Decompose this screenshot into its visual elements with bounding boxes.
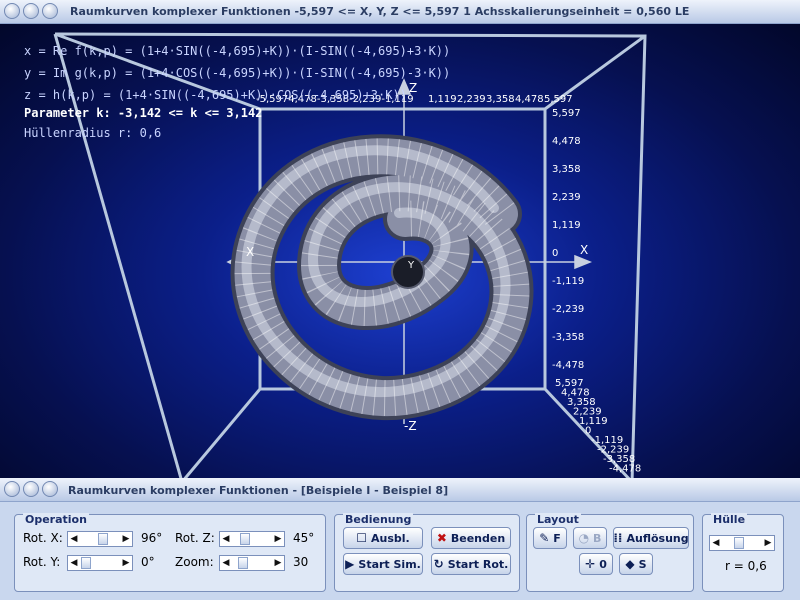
rot-y-label: Rot. Y: [23,555,61,569]
z-axis-name: Z [409,81,417,95]
z-neg-axis-name: -Z [404,419,417,433]
top-title-bar: Raumkurven komplexer Funktionen -5,597 <… [0,0,800,24]
grid-icon: ⁞⁞ [613,531,623,545]
tick-label: 4,478 [515,94,544,105]
tick-label: -1,119 [552,276,584,287]
arrow-left-icon[interactable]: ◀ [68,532,80,546]
beenden-button[interactable]: ✖ Beenden [431,527,511,549]
operation-group: Operation Rot. X: ◀ ▶ 96° Rot. Y: ◀ ▶ 0°… [14,513,326,592]
rot-z-value: 45° [293,531,315,545]
rot-x-slider[interactable]: ◀ ▶ [67,531,133,547]
bottom-title-bar: Raumkurven komplexer Funktionen - [Beisp… [0,478,800,502]
slider-thumb[interactable] [238,557,248,569]
rot-z-slider[interactable]: ◀ ▶ [219,531,285,547]
huelle-group: Hülle ◀ ▶ r = 0,6 [702,513,784,592]
f-button[interactable]: ✎ F [533,527,567,549]
tick-label: 5,597 [552,108,581,119]
top-right-ticks: 1,119 2,239 3,358 4,478 5,597 [428,94,573,105]
maximize-icon[interactable] [42,3,58,19]
crosshair-icon: ✛ [585,557,596,571]
arrow-right-icon[interactable]: ▶ [120,532,132,546]
zoom-value: 30 [293,555,309,569]
tick-label: 1,119 [579,416,608,427]
arrow-left-icon[interactable]: ◀ [710,536,722,550]
aufloesung-button[interactable]: ⁞⁞ Auflösung [613,527,689,549]
tick-label: 1,119 [552,220,581,231]
diagonal-ticks: 5,5974,4783,3582,2391,1190-1,119-2,239-3… [555,378,641,475]
bedienung-group: Bedienung ☐ Ausbl. ✖ Beenden ▶ Start Sim… [334,513,520,592]
bucket-icon: ◔ [578,531,590,545]
rot-y-value: 0° [141,555,155,569]
huelle-title: Hülle [711,513,748,526]
start-rot-button[interactable]: ↻ Start Rot. [431,553,511,575]
arrow-left-icon[interactable]: ◀ [68,556,80,570]
tick-label: 1,119 [428,94,457,105]
tick-label: 2,239 [552,192,581,203]
window-menu-icon[interactable] [4,3,20,19]
tick-label: -2,239 [552,304,584,315]
parameter-range: Parameter k: -3,142 <= k <= 3,142 [24,106,263,120]
arrow-right-icon[interactable]: ▶ [272,532,284,546]
eraser-icon: ◆ [625,557,635,571]
s-button[interactable]: ◆ S [619,553,653,575]
right-ticks: 5,597 4,478 3,358 2,239 1,119 0 -1,119 -2,239 -3… [552,108,584,371]
layout-title: Layout [535,513,581,526]
zero-button[interactable]: ✛ 0 [579,553,613,575]
arrow-left-icon[interactable]: ◀ [220,532,232,546]
maximize-icon[interactable] [42,481,58,497]
window-title: Raumkurven komplexer Funktionen -5,597 <… [70,5,690,18]
rotate-icon: ↻ [433,557,444,571]
x-neg-axis-name: X [246,245,254,259]
zoom-slider[interactable]: ◀ ▶ [219,555,285,571]
x-axis-name: X [580,243,588,257]
start-sim-button[interactable]: ▶ Start Sim. [343,553,423,575]
rot-x-label: Rot. X: [23,531,63,545]
tick-label: 2,239 [457,94,486,105]
rot-z-label: Rot. Z: [175,531,215,545]
bedienung-title: Bedienung [343,513,414,526]
tick-label: -3,358 [552,332,584,343]
rot-y-slider[interactable]: ◀ ▶ [67,555,133,571]
close-icon: ✖ [436,531,447,545]
formula-y: y = Im g(k,p) = (1+4·COS((-4,695)+K))·(I… [24,66,451,80]
play-icon: ▶ [345,557,355,571]
formula-z: z = h(k,p) = (1+4·SIN((-4,695)+K))·COS((… [24,88,407,102]
zoom-label: Zoom: [175,555,214,569]
y-axis-name: Y [407,260,415,271]
space-curve-tube [230,134,534,421]
tick-label: 0 [552,248,558,259]
hull-radius-slider[interactable]: ◀ ▶ [709,535,775,551]
tick-label: -4,478 [609,464,641,475]
tick-label: 3,358 [552,164,581,175]
operation-title: Operation [23,513,89,526]
slider-thumb[interactable] [98,533,108,545]
slider-thumb[interactable] [81,557,91,569]
ausblenden-button[interactable]: ☐ Ausbl. [343,527,423,549]
tick-label: 5,597 [544,94,573,105]
hull-radius-value: r = 0,6 [725,559,767,573]
arrow-right-icon[interactable]: ▶ [272,556,284,570]
b-button[interactable]: ◔ B [573,527,607,549]
control-panel: Operation Rot. X: ◀ ▶ 96° Rot. Y: ◀ ▶ 0°… [0,502,800,600]
tick-label: 4,478 [552,136,581,147]
tick-label: 3,358 [486,94,515,105]
brush-icon: ✎ [539,531,550,545]
slider-thumb[interactable] [240,533,250,545]
formula-x: x = Re f(k,p) = (1+4·SIN((-4,695)+K))·(I… [24,44,451,58]
tick-label: -4,478 [552,360,584,371]
layout-group: Layout ✎ F ◔ B ⁞⁞ Auflösung ✛ 0 ◆ S [526,513,694,592]
arrow-right-icon[interactable]: ▶ [120,556,132,570]
arrow-right-icon[interactable]: ▶ [762,536,774,550]
hull-radius-info: Hüllenradius r: 0,6 [24,126,162,140]
window-menu-icon[interactable] [4,481,20,497]
minimize-icon[interactable] [23,3,39,19]
hide-icon: ☐ [356,531,368,545]
3d-view[interactable]: X X Z -Z Y -5,5974,478-3,358-2,239-1,119… [0,24,800,478]
arrow-left-icon[interactable]: ◀ [220,556,232,570]
control-window-title: Raumkurven komplexer Funktionen - [Beisp… [68,484,449,497]
rot-x-value: 96° [141,531,163,545]
minimize-icon[interactable] [23,481,39,497]
slider-thumb[interactable] [734,537,744,549]
